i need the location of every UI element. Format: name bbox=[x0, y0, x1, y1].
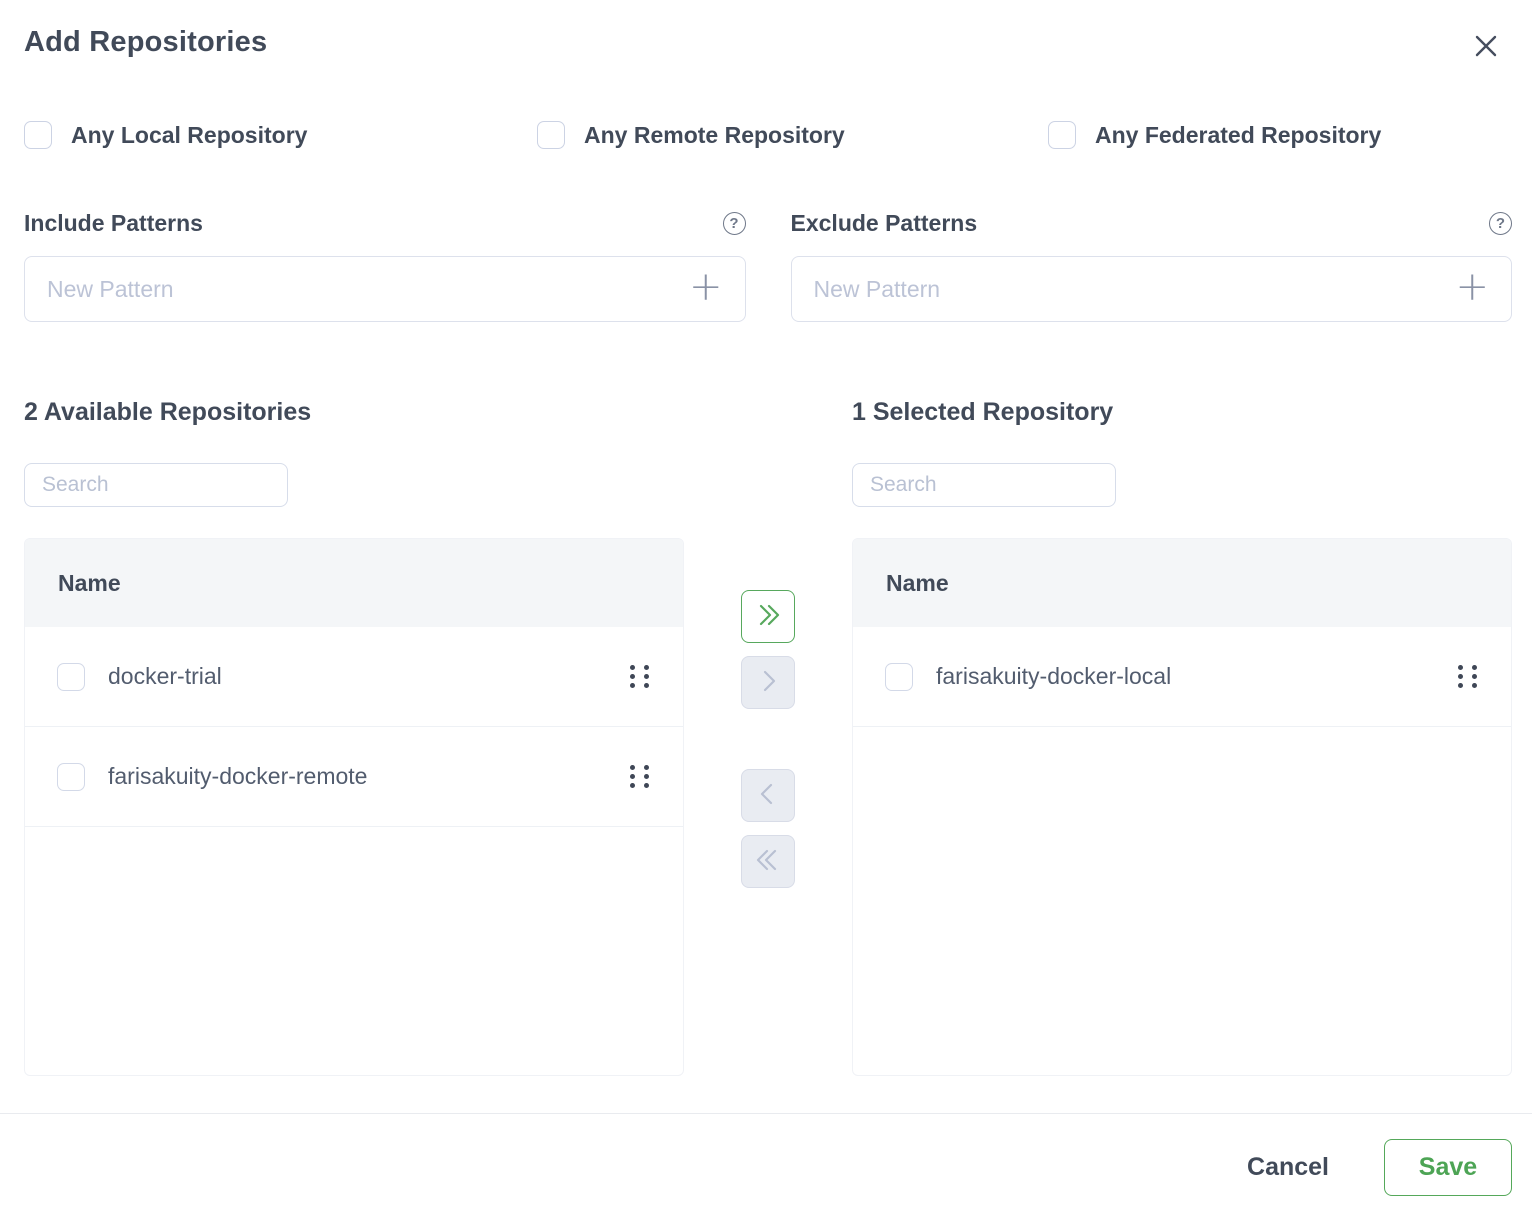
include-patterns-label-row: Include Patterns ? bbox=[24, 210, 746, 237]
cancel-button[interactable]: Cancel bbox=[1247, 1153, 1329, 1182]
save-button[interactable]: Save bbox=[1384, 1139, 1512, 1196]
patterns-section: Include Patterns ? + Exclude Patterns ? … bbox=[24, 210, 1512, 322]
row-checkbox[interactable] bbox=[57, 763, 85, 791]
any-remote-repository-checkbox[interactable] bbox=[537, 121, 565, 149]
drag-handle-icon[interactable] bbox=[626, 661, 653, 692]
available-table-body: docker-trial farisakuity-docker-remote bbox=[25, 627, 683, 827]
table-row[interactable]: farisakuity-docker-remote bbox=[25, 727, 683, 827]
move-all-right-button[interactable] bbox=[741, 590, 795, 643]
selected-table-header: Name bbox=[853, 539, 1511, 627]
chevron-left-icon bbox=[752, 779, 784, 812]
plus-icon: + bbox=[689, 264, 723, 310]
any-local-repository-checkbox[interactable] bbox=[24, 121, 52, 149]
dialog-footer: Cancel Save bbox=[0, 1113, 1532, 1220]
row-checkbox[interactable] bbox=[885, 663, 913, 691]
plus-icon: + bbox=[1455, 264, 1489, 310]
include-pattern-add-button[interactable]: + bbox=[687, 267, 725, 311]
exclude-pattern-input[interactable] bbox=[814, 276, 1454, 303]
repository-lists-section: 2 Available Repositories Name docker-tri… bbox=[24, 398, 1512, 1076]
selected-search-input[interactable] bbox=[852, 463, 1116, 507]
row-checkbox[interactable] bbox=[57, 663, 85, 691]
selected-repositories-table: Name farisakuity-docker-local bbox=[852, 538, 1512, 1076]
any-local-repository-option: Any Local Repository bbox=[24, 121, 537, 149]
chevron-double-right-icon bbox=[752, 600, 784, 633]
include-pattern-input[interactable] bbox=[47, 276, 687, 303]
exclude-patterns-group: Exclude Patterns ? + bbox=[791, 210, 1513, 322]
transfer-buttons-column bbox=[684, 398, 852, 1076]
selected-repositories-heading: 1 Selected Repository bbox=[852, 398, 1512, 427]
close-button[interactable] bbox=[1466, 26, 1506, 69]
move-all-left-button[interactable] bbox=[741, 835, 795, 888]
include-patterns-group: Include Patterns ? + bbox=[24, 210, 746, 322]
drag-handle-icon[interactable] bbox=[1454, 661, 1481, 692]
include-patterns-label: Include Patterns bbox=[24, 210, 203, 237]
available-search-input[interactable] bbox=[24, 463, 288, 507]
exclude-pattern-add-button[interactable]: + bbox=[1453, 267, 1491, 311]
any-remote-repository-option: Any Remote Repository bbox=[537, 121, 1048, 149]
repo-name: docker-trial bbox=[108, 663, 222, 690]
available-repositories-heading: 2 Available Repositories bbox=[24, 398, 684, 427]
exclude-patterns-help-icon[interactable]: ? bbox=[1489, 212, 1512, 235]
any-federated-repository-option: Any Federated Repository bbox=[1048, 121, 1512, 149]
selected-repositories-panel: 1 Selected Repository Name farisakuity-d… bbox=[852, 398, 1512, 1076]
any-federated-repository-label: Any Federated Repository bbox=[1095, 122, 1381, 149]
any-local-repository-label: Any Local Repository bbox=[71, 122, 307, 149]
any-remote-repository-label: Any Remote Repository bbox=[584, 122, 845, 149]
name-column-header: Name bbox=[886, 570, 949, 597]
chevron-double-left-icon bbox=[752, 845, 784, 878]
table-row[interactable]: docker-trial bbox=[25, 627, 683, 727]
drag-handle-icon[interactable] bbox=[626, 761, 653, 792]
exclude-patterns-label-row: Exclude Patterns ? bbox=[791, 210, 1513, 237]
available-repositories-table: Name docker-trial bbox=[24, 538, 684, 1076]
close-icon bbox=[1470, 50, 1502, 65]
exclude-patterns-label: Exclude Patterns bbox=[791, 210, 978, 237]
move-right-button[interactable] bbox=[741, 656, 795, 709]
chevron-right-icon bbox=[752, 666, 784, 699]
add-repositories-dialog: Add Repositories Any Local Repository An… bbox=[0, 0, 1532, 1220]
selected-table-body: farisakuity-docker-local bbox=[853, 627, 1511, 727]
name-column-header: Name bbox=[58, 570, 121, 597]
repo-name: farisakuity-docker-remote bbox=[108, 763, 367, 790]
any-federated-repository-checkbox[interactable] bbox=[1048, 121, 1076, 149]
dialog-content: Add Repositories Any Local Repository An… bbox=[0, 0, 1532, 1113]
repo-name: farisakuity-docker-local bbox=[936, 663, 1171, 690]
page-title: Add Repositories bbox=[24, 26, 267, 59]
exclude-pattern-input-wrap: + bbox=[791, 256, 1513, 322]
table-row[interactable]: farisakuity-docker-local bbox=[853, 627, 1511, 727]
dialog-header: Add Repositories bbox=[24, 0, 1512, 69]
include-patterns-help-icon[interactable]: ? bbox=[723, 212, 746, 235]
move-left-button[interactable] bbox=[741, 769, 795, 822]
available-repositories-panel: 2 Available Repositories Name docker-tri… bbox=[24, 398, 684, 1076]
repo-type-row: Any Local Repository Any Remote Reposito… bbox=[24, 121, 1512, 149]
include-pattern-input-wrap: + bbox=[24, 256, 746, 322]
available-table-header: Name bbox=[25, 539, 683, 627]
